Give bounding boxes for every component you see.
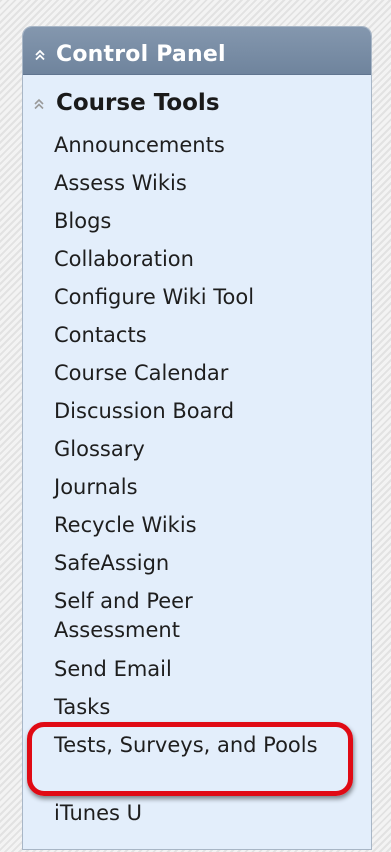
nav-item-safeassign[interactable]: SafeAssign bbox=[54, 549, 354, 578]
nav-item-collaboration[interactable]: Collaboration bbox=[54, 245, 354, 274]
nav-item-self-and-peer-assessment[interactable]: Self and Peer Assessment bbox=[54, 587, 324, 645]
control-panel-title: Control Panel bbox=[56, 42, 226, 67]
nav-item-journals[interactable]: Journals bbox=[54, 473, 354, 502]
nav-item-glossary[interactable]: Glossary bbox=[54, 435, 354, 464]
nav-item-contacts[interactable]: Contacts bbox=[54, 321, 354, 350]
control-panel: Control Panel Course Tools Announcements… bbox=[22, 26, 372, 850]
nav-item-tasks[interactable]: Tasks bbox=[54, 693, 354, 722]
nav-item-announcements[interactable]: Announcements bbox=[54, 131, 354, 160]
nav-item-itunes-u[interactable]: iTunes U bbox=[54, 799, 354, 828]
nav-item-send-email[interactable]: Send Email bbox=[54, 655, 354, 684]
nav-item-recycle-wikis[interactable]: Recycle Wikis bbox=[54, 511, 354, 540]
double-chevron-up-icon[interactable] bbox=[34, 49, 46, 61]
nav-item-course-calendar[interactable]: Course Calendar bbox=[54, 359, 354, 388]
course-tools-heading[interactable]: Course Tools bbox=[56, 89, 220, 117]
nav-item-configure-wiki-tool[interactable]: Configure Wiki Tool bbox=[54, 283, 354, 312]
nav-item-tests-surveys-and-pools[interactable]: Tests, Surveys, and Pools bbox=[54, 731, 324, 760]
nav-item-assess-wikis[interactable]: Assess Wikis bbox=[54, 169, 354, 198]
nav-item-blogs[interactable]: Blogs bbox=[54, 207, 354, 236]
double-chevron-up-icon[interactable] bbox=[33, 98, 45, 110]
nav-item-discussion-board[interactable]: Discussion Board bbox=[54, 397, 354, 426]
control-panel-header[interactable]: Control Panel bbox=[23, 27, 371, 75]
